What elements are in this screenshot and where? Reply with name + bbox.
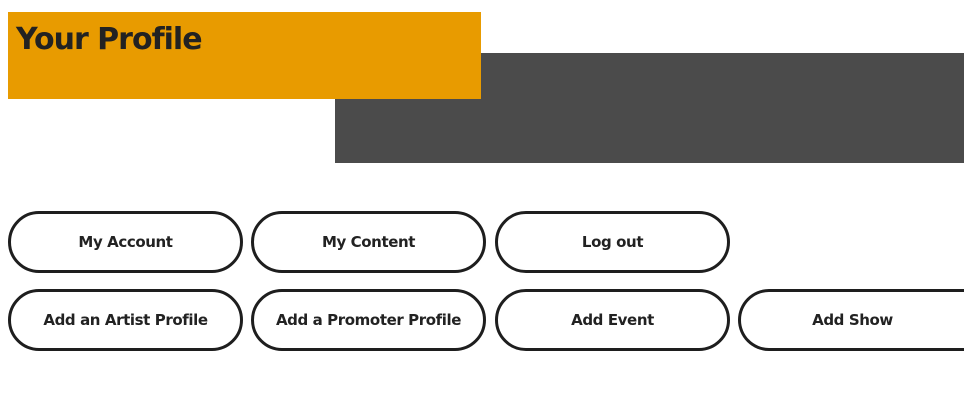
add-event-button[interactable]: Add Event: [495, 289, 730, 351]
my-account-button[interactable]: My Account: [8, 211, 243, 273]
add-artist-profile-button[interactable]: Add an Artist Profile: [8, 289, 243, 351]
add-show-button[interactable]: Add Show: [738, 289, 964, 351]
page-title: Your Profile: [16, 22, 203, 57]
log-out-button[interactable]: Log out: [495, 211, 730, 273]
profile-page: Your Profile My Account My Content Log o…: [0, 0, 964, 394]
add-promoter-profile-button[interactable]: Add a Promoter Profile: [251, 289, 486, 351]
my-content-button[interactable]: My Content: [251, 211, 486, 273]
